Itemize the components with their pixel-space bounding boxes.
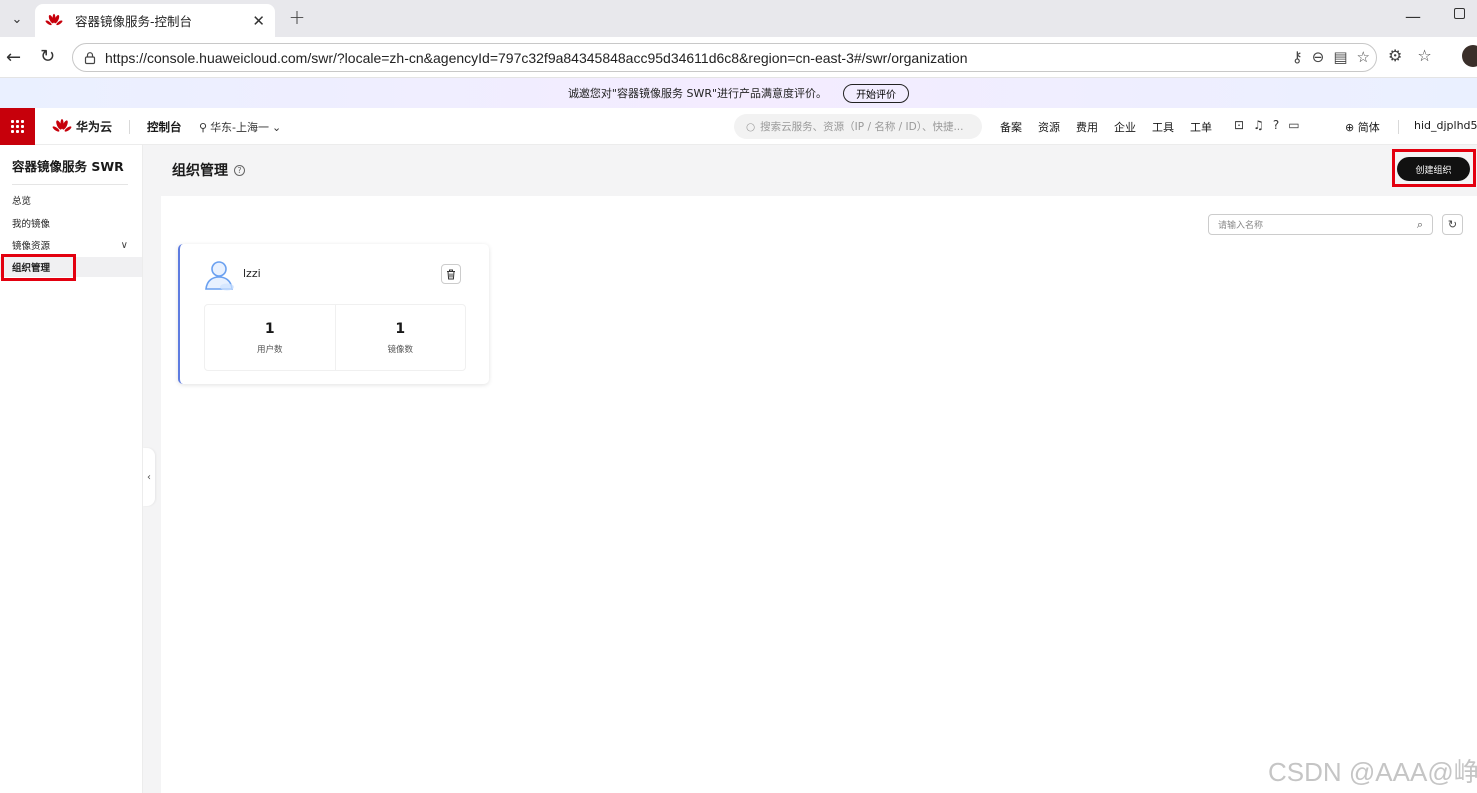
banner-text: 诚邀您对"容器镜像服务 SWR"进行产品满意度评价。 xyxy=(567,87,828,100)
page-title-text: 组织管理 xyxy=(172,163,228,179)
location-pin-icon: ⚲ xyxy=(199,120,208,134)
organization-stats: 1 用户数 1 镜像数 xyxy=(204,304,466,371)
grid-icon xyxy=(11,120,24,133)
profile-avatar[interactable] xyxy=(1462,45,1477,67)
console-header: 华为云 控制台 ⚲ 华东-上海一 ⌄ ○ 搜索云服务、资源（IP / 名称 / … xyxy=(0,108,1477,145)
user-avatar-icon xyxy=(205,261,234,291)
header-link-billing[interactable]: 费用 xyxy=(1076,119,1098,135)
search-icon: ○ xyxy=(746,120,756,133)
feedback-banner: 诚邀您对"容器镜像服务 SWR"进行产品满意度评价。 开始评价 xyxy=(0,78,1477,108)
user-account[interactable]: hid_djplhd5hl xyxy=(1414,119,1477,132)
sidebar-item-label: 镜像资源 xyxy=(12,241,51,252)
url-field[interactable]: https://console.huaweicloud.com/swr/?loc… xyxy=(72,43,1377,72)
browser-tab[interactable]: 容器镜像服务-控制台 ✕ xyxy=(35,4,275,37)
header-link-filing[interactable]: 备案 xyxy=(1000,119,1022,135)
search-placeholder: 搜索云服务、资源（IP / 名称 / ID）、快捷... xyxy=(760,121,964,133)
images-stat: 1 镜像数 xyxy=(334,305,466,370)
header-link-enterprise[interactable]: 企业 xyxy=(1114,119,1136,135)
users-count: 1 xyxy=(264,320,275,337)
organization-card[interactable]: lzzi 1 用户数 1 镜像数 xyxy=(178,244,489,384)
help-icon[interactable]: ? xyxy=(234,164,245,176)
header-link-tickets[interactable]: 工单 xyxy=(1190,119,1212,135)
extensions-icon[interactable]: ⚙ xyxy=(1388,46,1402,65)
reader-mode-icon[interactable]: ▤ xyxy=(1333,48,1347,66)
images-count: 1 xyxy=(395,320,406,337)
sidebar-item-image-resources[interactable]: 镜像资源 ∨ xyxy=(0,235,142,255)
search-icon[interactable]: ⌕ xyxy=(1417,218,1423,232)
refresh-button[interactable]: ↻ xyxy=(1442,214,1463,235)
zoom-out-icon[interactable]: ⊖ xyxy=(1312,48,1325,66)
sidebar: 容器镜像服务 SWR 总览 我的镜像 镜像资源 ∨ 组织管理 xyxy=(0,145,143,793)
language-selector[interactable]: ⊕ 简体 xyxy=(1345,119,1380,135)
highlight-box xyxy=(1,254,76,281)
header-divider xyxy=(129,120,130,134)
url-text: https://console.huaweicloud.com/swr/?loc… xyxy=(105,49,968,66)
minimize-icon[interactable]: — xyxy=(1405,7,1421,26)
brand-name: 华为云 xyxy=(76,120,113,134)
delete-organization-button[interactable] xyxy=(441,264,461,284)
key-icon[interactable]: ⚷ xyxy=(1292,48,1303,66)
header-link-resources[interactable]: 资源 xyxy=(1038,119,1060,135)
help-icon[interactable]: ? xyxy=(1273,118,1279,132)
feedback-icon[interactable]: ▭ xyxy=(1288,118,1299,132)
header-link-tools[interactable]: 工具 xyxy=(1152,119,1174,135)
filter-placeholder: 请输入名称 xyxy=(1218,221,1264,231)
service-title: 容器镜像服务 SWR xyxy=(12,159,124,174)
name-filter-input[interactable]: 请输入名称 ⌕ xyxy=(1208,214,1433,235)
favorites-list-icon[interactable]: ☆ xyxy=(1417,46,1431,65)
chevron-down-icon: ⌄ xyxy=(272,120,282,134)
language-label: 简体 xyxy=(1357,121,1380,134)
trash-icon xyxy=(447,269,455,279)
close-tab-icon[interactable]: ✕ xyxy=(252,12,265,30)
sidebar-item-label: 我的镜像 xyxy=(12,219,51,230)
new-tab-icon[interactable]: + xyxy=(286,5,308,29)
tab-list-chevron-icon[interactable]: ⌄ xyxy=(6,8,28,30)
sidebar-item-my-images[interactable]: 我的镜像 xyxy=(0,213,142,233)
favorite-star-icon[interactable]: ☆ xyxy=(1357,48,1370,66)
sidebar-collapse-button[interactable]: ‹ xyxy=(143,448,155,506)
cloud-shell-icon[interactable]: ⊡ xyxy=(1234,118,1244,132)
start-evaluation-button[interactable]: 开始评价 xyxy=(843,83,910,103)
huawei-logo-icon xyxy=(52,118,72,132)
address-bar: ← ↻ https://console.huaweicloud.com/swr/… xyxy=(0,37,1477,78)
users-label: 用户数 xyxy=(256,344,283,355)
reload-icon[interactable]: ↻ xyxy=(40,46,55,67)
sidebar-item-label: 总览 xyxy=(12,196,32,207)
header-divider xyxy=(1398,120,1399,134)
sidebar-divider xyxy=(12,184,128,185)
sidebar-item-overview[interactable]: 总览 xyxy=(0,190,142,210)
chevron-down-icon: ∨ xyxy=(120,239,128,251)
images-label: 镜像数 xyxy=(387,344,413,355)
tab-title: 容器镜像服务-控制台 xyxy=(75,14,193,29)
huawei-cloud-logo[interactable]: 华为云 xyxy=(52,118,112,135)
organization-name[interactable]: lzzi xyxy=(243,267,261,280)
region-label: 华东-上海一 xyxy=(210,121,270,134)
highlight-box xyxy=(1392,149,1476,187)
restore-window-icon[interactable] xyxy=(1454,8,1465,19)
watermark: CSDN @AAA@峥 xyxy=(1268,757,1477,787)
global-search-input[interactable]: ○ 搜索云服务、资源（IP / 名称 / ID）、快捷... xyxy=(734,114,982,139)
region-selector[interactable]: ⚲ 华东-上海一 ⌄ xyxy=(199,119,281,135)
page-title: 组织管理 ? xyxy=(172,160,245,180)
refresh-icon: ↻ xyxy=(1447,218,1458,231)
back-arrow-icon[interactable]: ← xyxy=(6,47,21,68)
globe-icon: ⊕ xyxy=(1345,121,1355,134)
huawei-favicon-icon xyxy=(45,13,63,25)
browser-tab-bar: ⌄ 容器镜像服务-控制台 ✕ + — xyxy=(0,0,1477,37)
notification-bell-icon[interactable]: ♫ xyxy=(1253,118,1264,132)
console-link[interactable]: 控制台 xyxy=(147,119,182,135)
site-info-icon[interactable] xyxy=(83,51,97,65)
users-stat: 1 用户数 xyxy=(205,305,335,370)
service-list-button[interactable] xyxy=(0,108,35,145)
chevron-left-icon: ‹ xyxy=(147,471,151,483)
